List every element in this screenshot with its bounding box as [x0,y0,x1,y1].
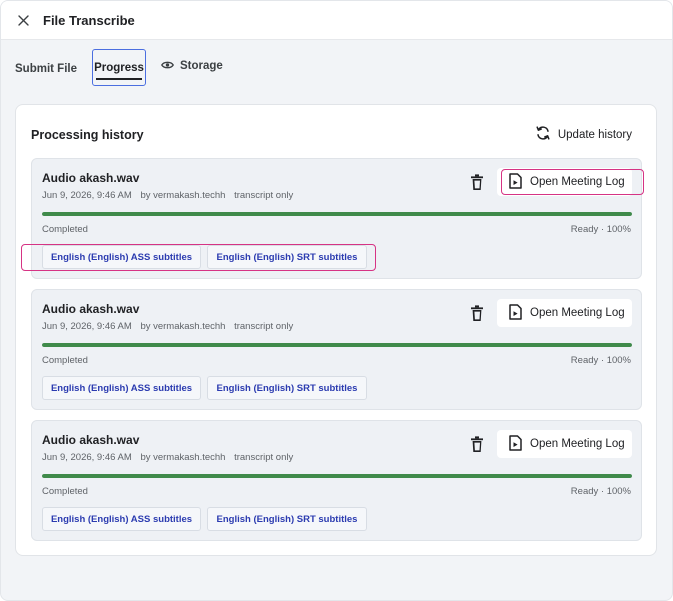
job-owner: by vermakash.techh [140,190,226,201]
update-history-button[interactable]: Update history [535,125,632,144]
close-icon[interactable] [15,12,31,28]
refresh-icon [535,125,551,144]
job-date: Jun 9, 2026, 9:46 AM [42,190,132,201]
trash-icon[interactable] [470,174,484,192]
job-card: Audio akash.wav Jun 9, 2026, 9:46 AM by … [31,289,642,410]
job-mode: transcript only [234,321,294,332]
eye-icon [161,60,174,73]
trash-icon[interactable] [470,436,484,454]
title-bar: File Transcribe [1,1,672,40]
job-ready: Ready · 100% [570,486,631,497]
window-title: File Transcribe [43,13,135,28]
open-meeting-log-button[interactable]: Open Meeting Log [497,430,632,458]
ass-subtitles-chip[interactable]: English (English) ASS subtitles [42,245,201,269]
processing-history-panel: Processing history Update history Audio … [15,104,657,556]
job-mode: transcript only [234,190,294,201]
document-icon [509,303,522,323]
job-ready: Ready · 100% [570,224,631,235]
srt-subtitles-chip[interactable]: English (English) SRT subtitles [207,507,367,531]
tab-bar: Submit File Progress Storage [1,49,672,89]
progress-fill [42,474,632,478]
tab-label: Progress [94,61,144,74]
job-file-name: Audio akash.wav [42,171,140,185]
ass-subtitles-chip[interactable]: English (English) ASS subtitles [42,376,201,400]
open-meeting-log-button[interactable]: Open Meeting Log [497,299,632,327]
job-owner: by vermakash.techh [140,452,226,463]
tab-submit-file[interactable]: Submit File [15,50,77,88]
open-meeting-log-label: Open Meeting Log [530,438,625,450]
progress-bar [42,474,632,478]
panel-title: Processing history [31,128,144,142]
file-transcribe-window: File Transcribe Submit File Progress Sto… [0,0,673,601]
job-meta: Jun 9, 2026, 9:46 AM by vermakash.techh … [42,190,299,201]
open-meeting-log-button[interactable]: Open Meeting Log [497,168,632,196]
update-history-label: Update history [557,128,632,141]
job-status: Completed [42,486,88,497]
open-meeting-log-label: Open Meeting Log [530,176,625,188]
tab-progress[interactable]: Progress [92,49,146,86]
srt-subtitles-chip[interactable]: English (English) SRT subtitles [207,245,367,269]
tab-label: Storage [180,60,223,72]
progress-fill [42,343,632,347]
job-ready: Ready · 100% [570,355,631,366]
job-card: Audio akash.wav Jun 9, 2026, 9:46 AM by … [21,158,644,279]
job-date: Jun 9, 2026, 9:46 AM [42,452,132,463]
active-tab-indicator [96,78,142,80]
progress-fill [42,212,632,216]
progress-bar [42,212,632,216]
job-card: Audio akash.wav Jun 9, 2026, 9:46 AM by … [31,420,642,541]
job-owner: by vermakash.techh [140,321,226,332]
job-mode: transcript only [234,452,294,463]
job-file-name: Audio akash.wav [42,433,140,447]
srt-subtitles-chip[interactable]: English (English) SRT subtitles [207,376,367,400]
trash-icon[interactable] [470,305,484,323]
job-file-name: Audio akash.wav [42,302,140,316]
job-date: Jun 9, 2026, 9:46 AM [42,321,132,332]
open-meeting-log-label: Open Meeting Log [530,307,625,319]
job-status: Completed [42,224,88,235]
ass-subtitles-chip[interactable]: English (English) ASS subtitles [42,507,201,531]
job-status: Completed [42,355,88,366]
job-meta: Jun 9, 2026, 9:46 AM by vermakash.techh … [42,452,299,463]
job-meta: Jun 9, 2026, 9:46 AM by vermakash.techh … [42,321,299,332]
document-icon [509,434,522,454]
progress-bar [42,343,632,347]
tab-label: Submit File [15,63,77,75]
tab-storage[interactable]: Storage [161,47,223,85]
document-icon [509,172,522,192]
